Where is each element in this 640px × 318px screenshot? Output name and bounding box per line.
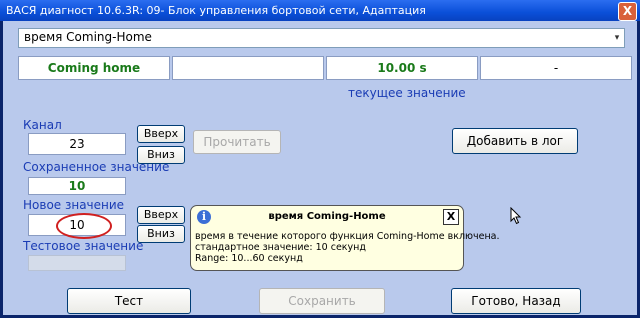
add-to-log-button[interactable]: Добавить в лог	[452, 128, 578, 154]
new-value-up-button[interactable]: Вверх	[137, 206, 185, 224]
tooltip-title: время Coming-Home	[268, 211, 386, 222]
new-value-label: Новое значение	[23, 198, 125, 212]
status-dash-field: -	[480, 56, 632, 80]
adaptation-select-value: время Coming-Home	[24, 30, 152, 44]
status-value-field: 10.00 s	[326, 56, 478, 80]
close-icon[interactable]: X	[443, 209, 459, 225]
read-button[interactable]: Прочитать	[193, 130, 281, 154]
saved-value-field: 10	[28, 177, 126, 195]
save-button[interactable]: Сохранить	[259, 288, 385, 314]
saved-value-label: Сохраненное значение	[23, 160, 170, 174]
status-name-field: Coming home	[18, 56, 170, 80]
channel-label: Канал	[23, 118, 62, 132]
tooltip: i время Coming-Home X время в течение ко…	[190, 205, 500, 271]
highlight-ellipse	[56, 213, 112, 239]
window-close-button[interactable]: X	[618, 2, 637, 21]
test-value-field	[28, 255, 126, 271]
channel-input[interactable]: 23	[28, 133, 126, 155]
tooltip-line: Range: 10...60 секунд	[195, 253, 303, 264]
new-value-down-button[interactable]: Вниз	[137, 225, 185, 243]
test-button[interactable]: Тест	[67, 288, 191, 314]
window-title: ВАСЯ диагност 10.6.3R: 09- Блок управлен…	[6, 4, 426, 17]
channel-up-button[interactable]: Вверх	[137, 125, 185, 143]
status-empty-field	[172, 56, 324, 80]
current-value-caption: текущее значение	[348, 86, 466, 100]
done-back-button[interactable]: Готово, Назад	[451, 288, 581, 314]
adaptation-select[interactable]: время Coming-Home ▾	[18, 28, 625, 48]
mouse-cursor-icon	[510, 207, 522, 225]
tooltip-line: стандартное значение: 10 секунд	[195, 242, 366, 253]
title-bar: ВАСЯ диагност 10.6.3R: 09- Блок управлен…	[0, 0, 640, 21]
test-value-label: Тестовое значение	[23, 239, 144, 253]
app-window: ВАСЯ диагност 10.6.3R: 09- Блок управлен…	[0, 0, 640, 318]
tooltip-line: время в течение которого функция Coming-…	[195, 231, 500, 242]
chevron-down-icon[interactable]: ▾	[612, 31, 622, 45]
